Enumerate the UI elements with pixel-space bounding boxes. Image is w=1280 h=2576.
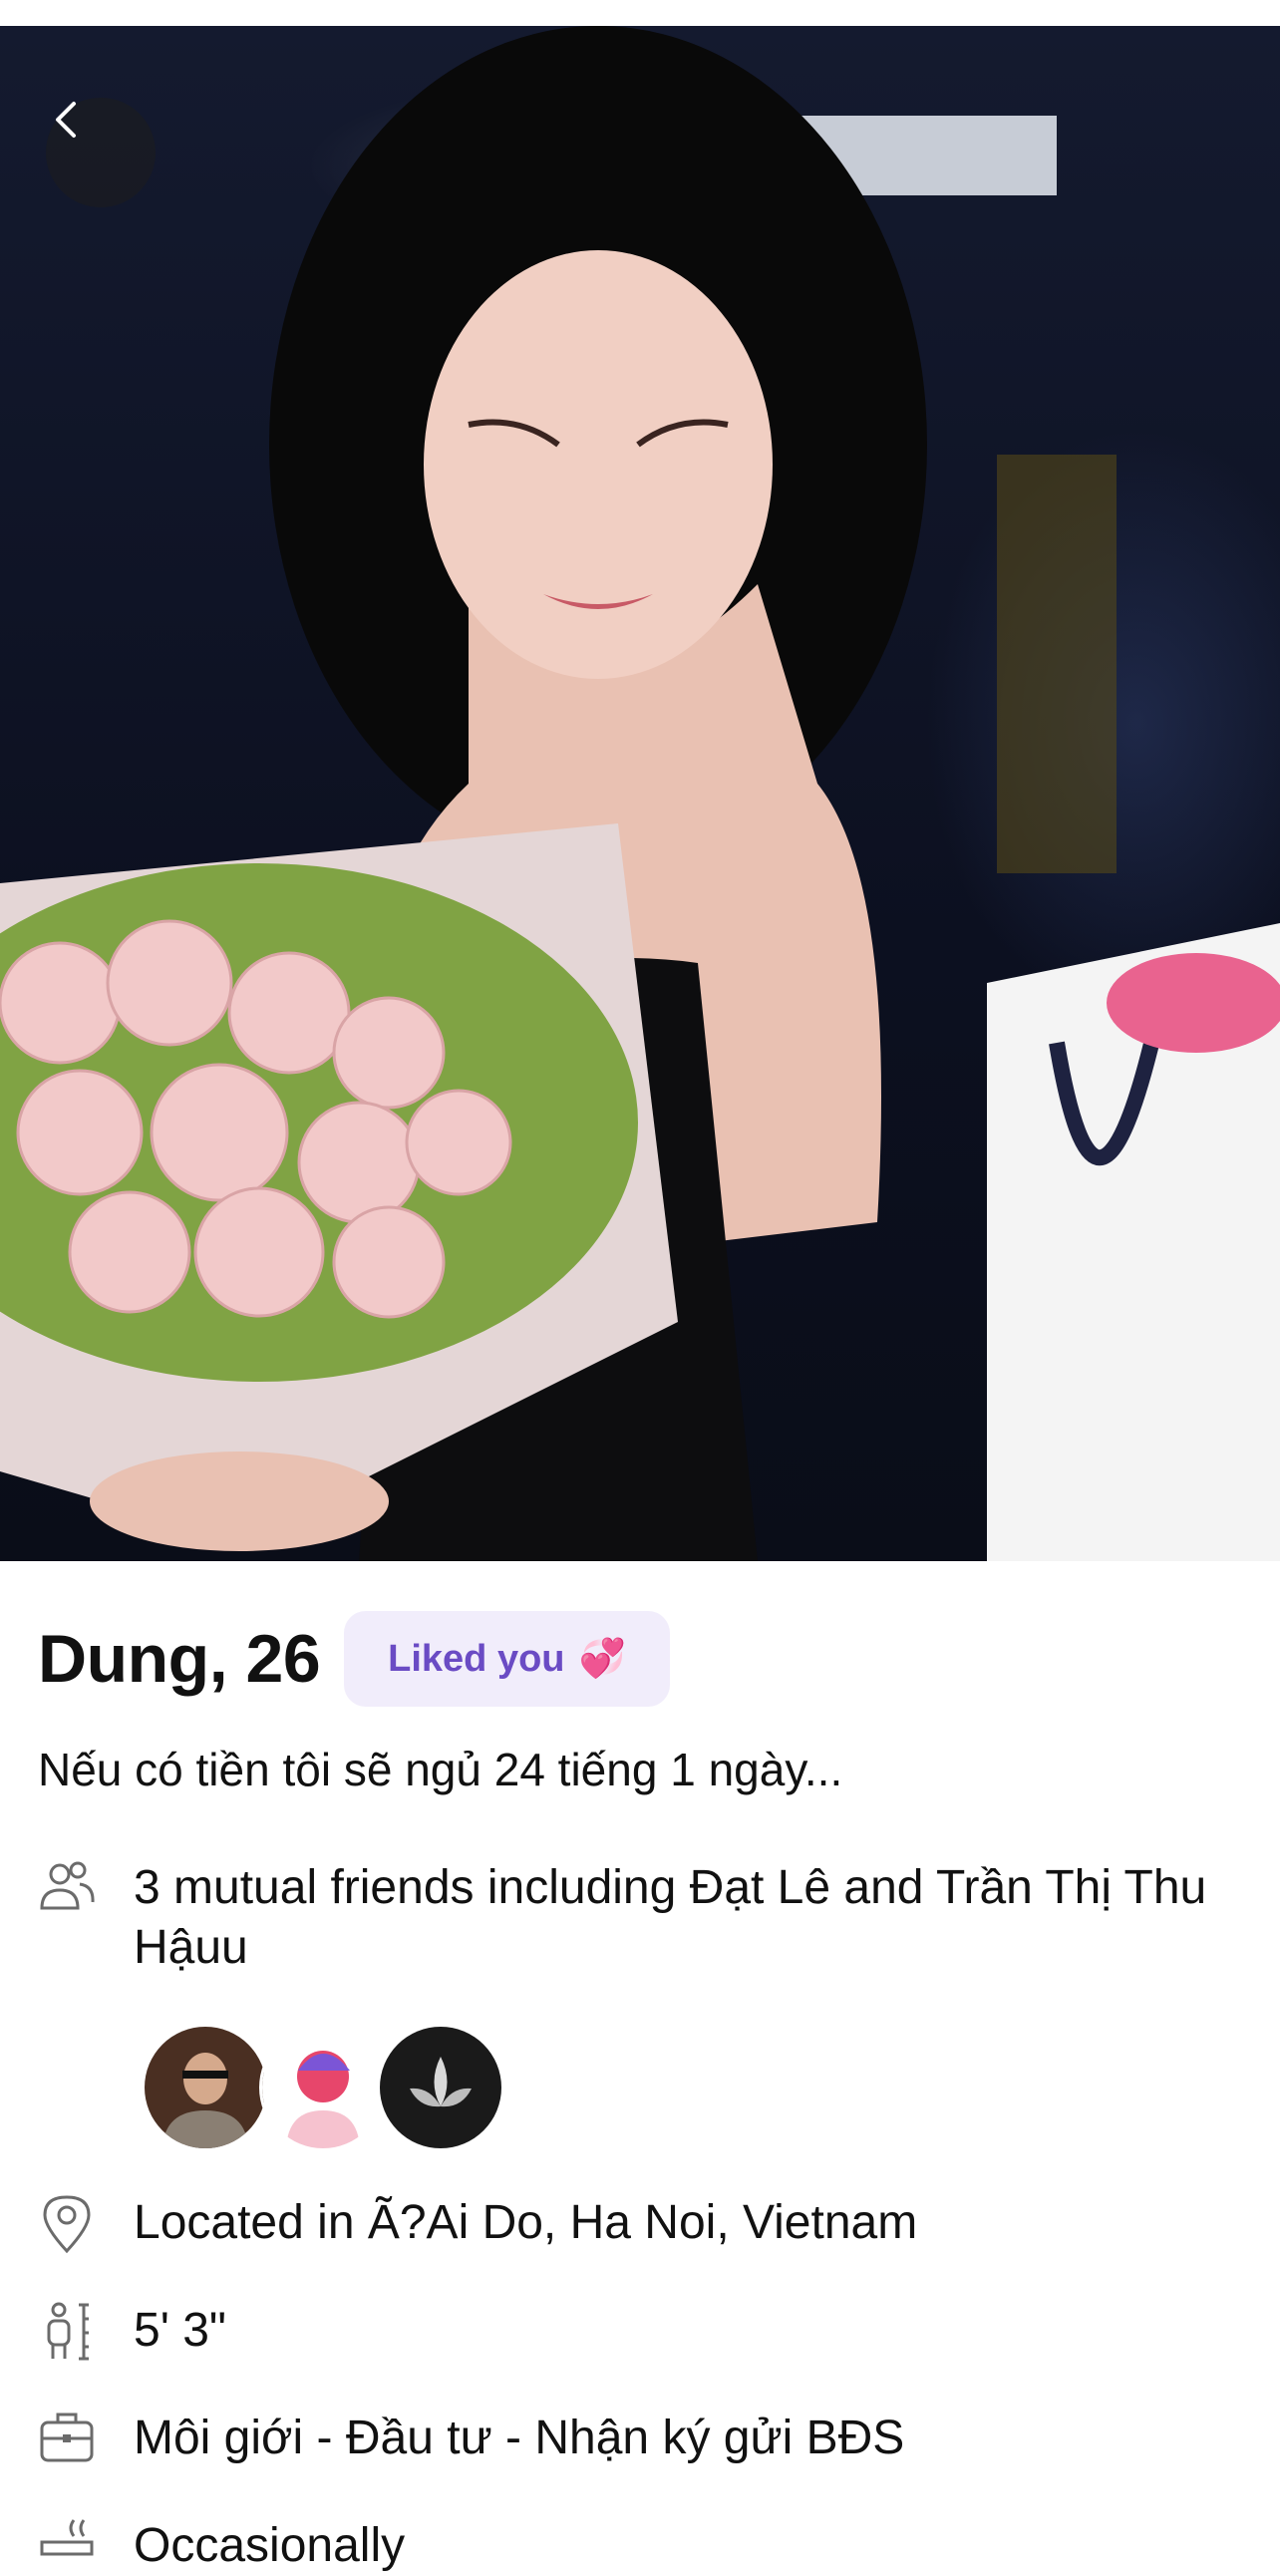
avatar[interactable] (259, 2024, 387, 2151)
mutual-friends-text: 3 mutual friends including Đạt Lê and Tr… (134, 1861, 1207, 1974)
avatar[interactable] (377, 2024, 504, 2151)
back-button[interactable] (46, 98, 156, 207)
name-row: Dung, 26 Liked you 💞 (38, 1611, 670, 1707)
liked-badge-label: Liked you (388, 1637, 565, 1680)
drink-icon (34, 2516, 100, 2572)
height-icon (34, 2301, 100, 2363)
work-text: Môi giới - Đầu tư - Nhận ký gửi BĐS (134, 2412, 905, 2464)
height-text: 5' 3" (134, 2304, 226, 2357)
location-row: Located in Ã?Ai Do, Ha Noi, Vietnam (0, 2193, 1210, 2255)
drinking-row: Occasionally (0, 2516, 1210, 2576)
location-text: Located in Ã?Ai Do, Ha Noi, Vietnam (134, 2196, 918, 2249)
profile-photo (0, 26, 1280, 1561)
drinking-text: Occasionally (134, 2519, 406, 2572)
height-row: 5' 3" (0, 2301, 1210, 2363)
location-pin-icon (34, 2193, 100, 2255)
liked-you-badge: Liked you 💞 (344, 1611, 670, 1707)
mutual-friends-avatars[interactable] (142, 2024, 504, 2151)
people-icon (34, 1858, 100, 1916)
profile-name-age: Dung, 26 (38, 1621, 321, 1697)
briefcase-icon (34, 2409, 100, 2464)
hearts-icon: 💞 (578, 1638, 626, 1680)
mutual-friends-row[interactable]: 3 mutual friends including Đạt Lê and Tr… (0, 1858, 1210, 1978)
chevron-left-icon (56, 102, 76, 138)
profile-bio: Nếu có tiền tôi sẽ ngủ 24 tiếng 1 ngày..… (38, 1744, 843, 1795)
work-row: Môi giới - Đầu tư - Nhận ký gửi BĐS (0, 2409, 1210, 2468)
photo-illustration (0, 26, 1280, 1561)
avatar[interactable] (142, 2024, 269, 2151)
